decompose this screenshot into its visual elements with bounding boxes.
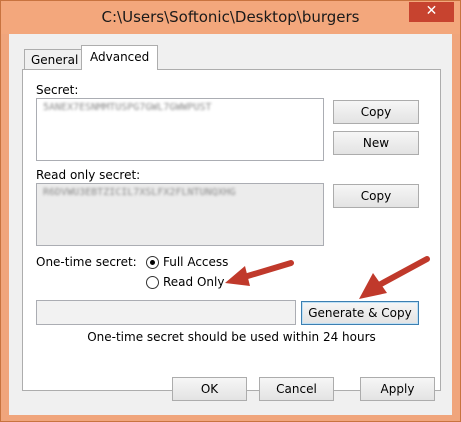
advanced-panel: Secret: 5ANEX7ESNMMTUSPG7GWL7GWWPUST Cop… [22, 69, 441, 391]
full-access-radio[interactable] [146, 256, 159, 269]
radio-selected-dot [150, 260, 155, 265]
read-only-radio[interactable] [146, 276, 159, 289]
close-icon: ✕ [425, 3, 438, 19]
secret-label: Secret: [36, 83, 79, 97]
window-title: C:\Users\Softonic\Desktop\burgers [101, 8, 360, 26]
read-only-secret-field[interactable]: R6DVWU3EBTZICIL7XSLFX2FLNTUNQXHG [36, 183, 324, 246]
one-time-secret-label: One-time secret: [36, 255, 137, 269]
secret-value: 5ANEX7ESNMMTUSPG7GWL7GWWPUST [43, 102, 212, 113]
secret-new-button[interactable]: New [333, 131, 419, 155]
annotation-arrow-generate [359, 256, 430, 299]
read-only-secret-value: R6DVWU3EBTZICIL7XSLFX2FLNTUNQXHG [43, 187, 236, 198]
read-only-copy-button[interactable]: Copy [333, 184, 419, 208]
annotation-arrow-radio [225, 260, 294, 286]
close-button[interactable]: ✕ [409, 2, 454, 22]
secret-copy-button[interactable]: Copy [333, 100, 419, 124]
one-time-secret-field[interactable] [36, 300, 296, 325]
cancel-button[interactable]: Cancel [259, 377, 334, 401]
secret-field[interactable]: 5ANEX7ESNMMTUSPG7GWL7GWWPUST [36, 98, 324, 161]
ok-button[interactable]: OK [172, 377, 247, 401]
title-bar[interactable]: C:\Users\Softonic\Desktop\burgers ✕ [1, 1, 460, 34]
one-time-note: One-time secret should be used within 24… [87, 330, 376, 344]
dialog-client-area: General Advanced Secret: 5ANEX7ESNMMTUSP… [9, 34, 452, 415]
tab-general-label: General [31, 53, 79, 67]
read-only-secret-label: Read only secret: [36, 168, 141, 182]
apply-button[interactable]: Apply [360, 377, 435, 401]
tab-general[interactable]: General [24, 49, 86, 69]
dialog-window: C:\Users\Softonic\Desktop\burgers ✕ Gene… [0, 0, 461, 422]
tab-advanced-label: Advanced [90, 50, 150, 64]
read-only-label[interactable]: Read Only [163, 275, 224, 289]
tab-advanced[interactable]: Advanced [81, 45, 159, 70]
